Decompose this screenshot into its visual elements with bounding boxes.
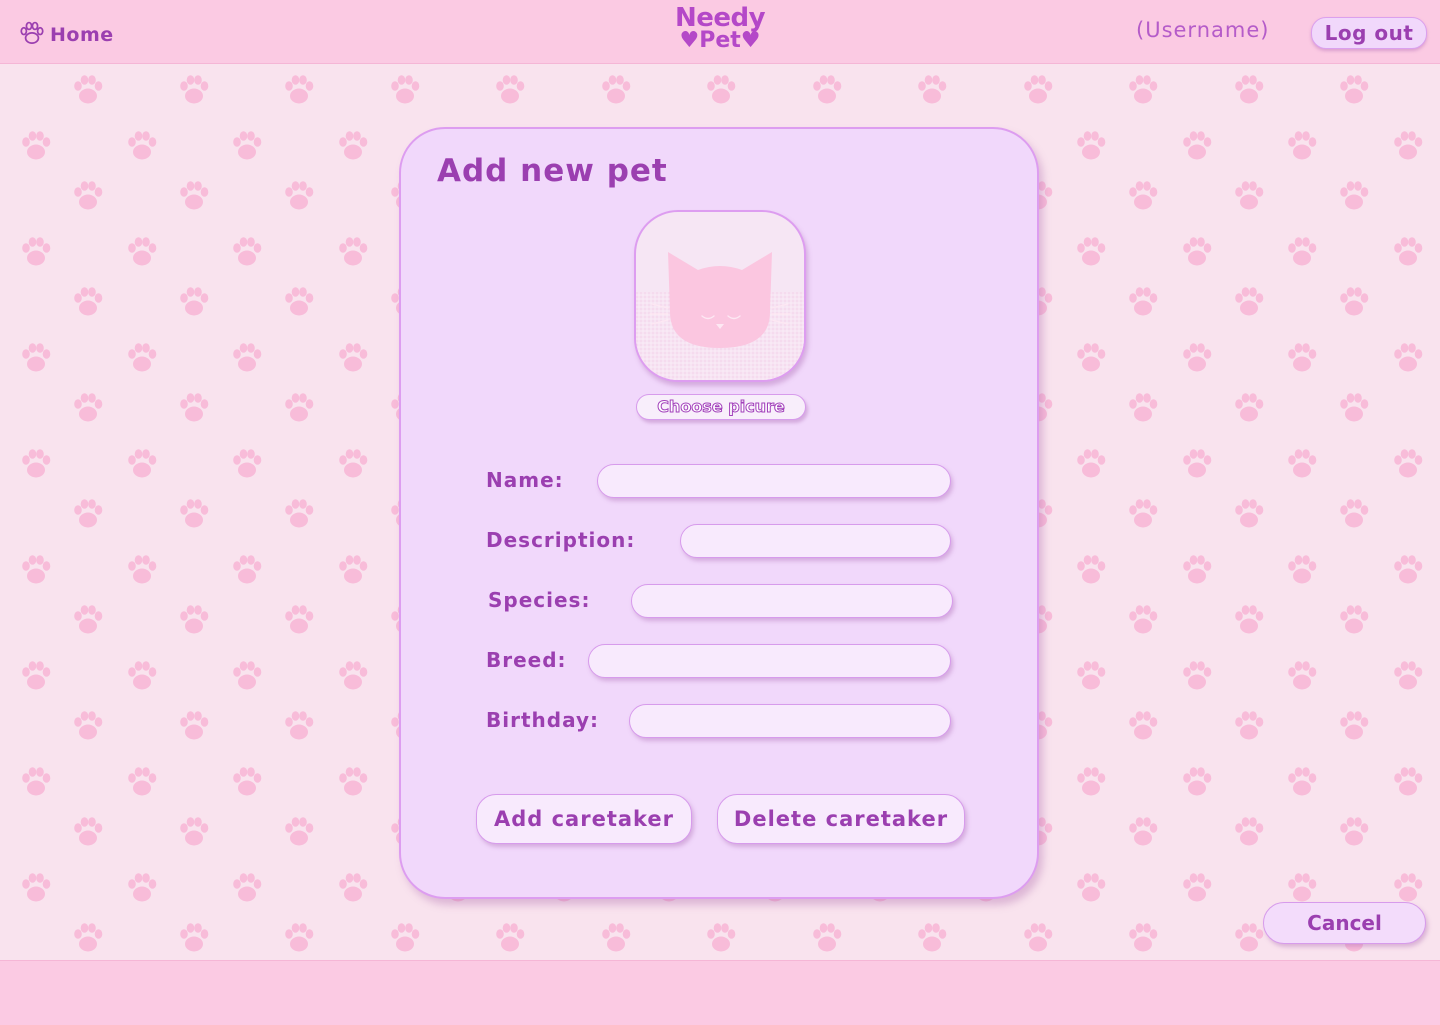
paw-icon (20, 20, 44, 49)
name-label: Name: (486, 468, 564, 492)
breed-field[interactable] (588, 644, 951, 678)
birthday-field[interactable] (629, 704, 951, 738)
name-field[interactable] (597, 464, 951, 498)
delete-caretaker-button[interactable]: Delete caretaker (717, 794, 965, 844)
description-label: Description: (486, 528, 636, 552)
home-label: Home (50, 23, 114, 46)
species-label: Species: (488, 588, 591, 612)
logo-line-2: ♥Pet♥ (679, 27, 761, 53)
pet-picture-preview[interactable] (634, 210, 806, 382)
add-pet-card: Add new pet Choose picure Name: Descript… (399, 127, 1039, 899)
home-link[interactable]: Home (20, 20, 114, 49)
username-label: (Username) (1136, 18, 1270, 42)
footer-bar (0, 960, 1440, 1025)
breed-label: Breed: (486, 648, 567, 672)
choose-picture-button[interactable]: Choose picure (636, 394, 806, 420)
needypet-logo[interactable]: Needy ♥Pet♥ (670, 3, 770, 53)
cat-face-icon (636, 252, 804, 380)
species-field[interactable] (631, 584, 953, 618)
logo-line-1: Needy (674, 3, 766, 33)
logout-button[interactable]: Log out (1311, 17, 1427, 49)
cancel-button[interactable]: Cancel (1263, 902, 1426, 944)
add-caretaker-button[interactable]: Add caretaker (476, 794, 692, 844)
birthday-label: Birthday: (486, 708, 599, 732)
description-field[interactable] (680, 524, 951, 558)
page-title: Add new pet (437, 153, 668, 189)
